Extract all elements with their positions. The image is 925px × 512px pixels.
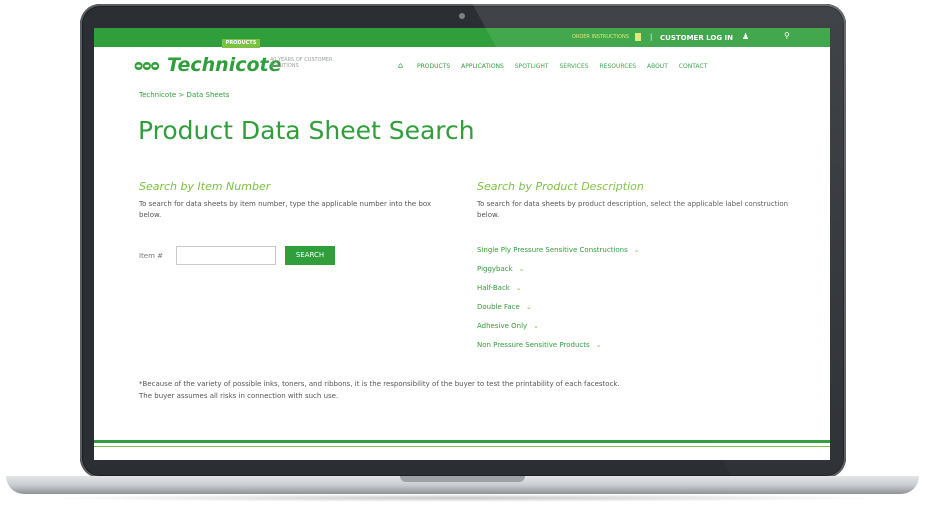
nav-item-applications[interactable]: APPLICATIONS	[461, 63, 504, 70]
disclaimer-line-2: The buyer assumes all risks in connectio…	[139, 392, 339, 400]
laptop-shadow	[40, 494, 885, 502]
item-number-instructions: To search for data sheets by item number…	[139, 200, 432, 219]
home-icon[interactable]: ⌂	[398, 61, 403, 70]
nav-item-spotlight[interactable]: SPOTLIGHT	[515, 63, 549, 70]
document-icon[interactable]	[635, 33, 641, 41]
chevron-down-icon: ⌄	[525, 303, 532, 311]
search-button[interactable]: SEARCH	[285, 246, 335, 265]
chevron-down-icon: ⌄	[533, 322, 540, 330]
product-description-heading: Search by Product Description	[477, 180, 644, 193]
accordion-label: Double Face	[477, 303, 520, 311]
search-icon[interactable]: ⚲	[784, 31, 790, 40]
accordion-piggyback[interactable]: Piggyback ⌄	[477, 260, 640, 279]
nav-item-contact[interactable]: CONTACT	[679, 63, 707, 70]
chevron-down-icon: ⌄	[595, 341, 602, 349]
camera-icon	[459, 13, 465, 19]
chevron-down-icon: ⌄	[518, 265, 525, 273]
customer-login-link[interactable]: CUSTOMER LOG IN	[660, 34, 733, 42]
disclaimer: *Because of the variety of possible inks…	[139, 378, 779, 402]
item-number-section: Search by Item Number To search for data…	[139, 180, 439, 221]
footer-divider	[94, 440, 830, 443]
item-number-input[interactable]	[176, 246, 276, 265]
product-description-instructions: To search for data sheets by product des…	[477, 200, 789, 219]
logo-text[interactable]: Technicote	[167, 54, 282, 76]
chevron-down-icon: ⌄	[633, 246, 640, 254]
nav-item-resources[interactable]: RESOURCES	[600, 63, 637, 70]
chevron-down-icon: ⌄	[515, 284, 522, 292]
accordion-single-ply[interactable]: Single Ply Pressure Sensitive Constructi…	[477, 241, 640, 260]
item-number-label: Item #	[139, 252, 164, 260]
accordion-label: Non Pressure Sensitive Products	[477, 341, 590, 349]
accordion-label: Half-Back	[477, 284, 510, 292]
breadcrumb[interactable]: Technicote > Data Sheets	[139, 91, 229, 99]
accordion-label: Single Ply Pressure Sensitive Constructi…	[477, 246, 628, 254]
accordion-double-face[interactable]: Double Face ⌄	[477, 298, 640, 317]
accordion-non-pressure-sensitive[interactable]: Non Pressure Sensitive Products ⌄	[477, 336, 640, 355]
top-utility-bar: ORDER INSTRUCTIONS | CUSTOMER LOG IN ♟ ⚲	[94, 28, 830, 47]
logo-tagline: 40 YEARS OF CUSTOMER SOLUTIONS	[270, 57, 333, 69]
laptop-base-notch	[400, 476, 525, 482]
accordion-half-back[interactable]: Half-Back ⌄	[477, 279, 640, 298]
accordion-label: Adhesive Only	[477, 322, 528, 330]
order-link[interactable]: ORDER INSTRUCTIONS	[572, 34, 629, 40]
logo-mark-icon[interactable]: ᴑᴑᴑ	[134, 58, 160, 74]
nav-item-products[interactable]: PRODUCTS	[417, 63, 450, 70]
item-number-heading: Search by Item Number	[139, 180, 271, 193]
product-description-section: Search by Product Description To search …	[477, 180, 797, 221]
browser-screen: ORDER INSTRUCTIONS | CUSTOMER LOG IN ♟ ⚲…	[94, 28, 830, 460]
accordion-label: Piggyback	[477, 265, 513, 273]
footer-divider-accent	[94, 446, 830, 447]
construction-list: Single Ply Pressure Sensitive Constructi…	[477, 241, 640, 355]
accordion-adhesive-only[interactable]: Adhesive Only ⌄	[477, 317, 640, 336]
site-header: ᴑᴑᴑ Technicote 40 YEARS OF CUSTOMER SOLU…	[94, 47, 830, 83]
user-icon[interactable]: ♟	[742, 32, 749, 41]
page-title: Product Data Sheet Search	[138, 116, 475, 145]
nav-item-about[interactable]: ABOUT	[647, 63, 668, 70]
nav-item-services[interactable]: SERVICES	[559, 63, 588, 70]
separator: |	[650, 33, 653, 41]
disclaimer-line-1: *Because of the variety of possible inks…	[139, 380, 620, 388]
main-nav: ⌂ PRODUCTS APPLICATIONS SPOTLIGHT SERVIC…	[398, 61, 716, 70]
